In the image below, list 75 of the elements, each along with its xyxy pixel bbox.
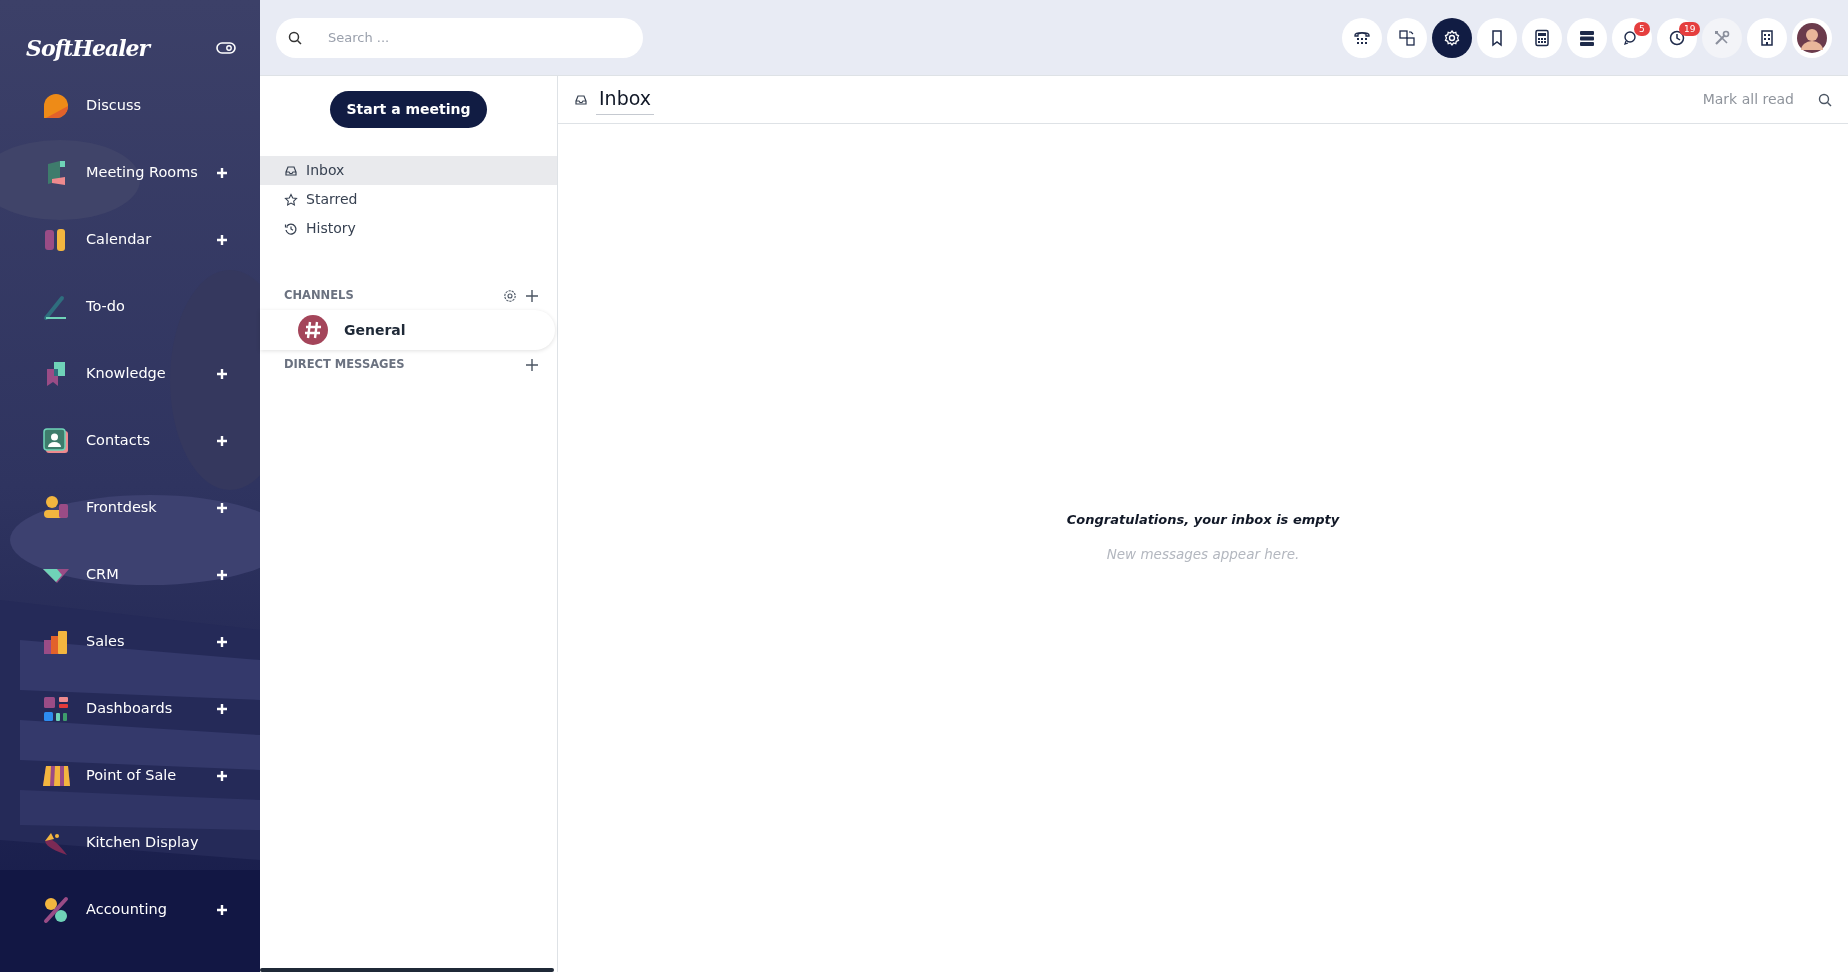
sidebar-label: Kitchen Display <box>86 832 200 852</box>
mailbox-label: Inbox <box>306 161 345 180</box>
company-button[interactable] <box>1747 17 1787 58</box>
sidebar-label: Calendar <box>86 229 153 249</box>
empty-hint: New messages appear here. <box>1106 544 1300 564</box>
sidebar-item[interactable]: Contacts <box>0 407 260 474</box>
translate-button[interactable] <box>1387 17 1427 58</box>
list-button[interactable] <box>1567 17 1607 58</box>
tools-icon <box>1713 28 1731 47</box>
contact-card-icon <box>42 426 70 455</box>
star-icon <box>284 192 298 207</box>
section-heading: CHANNELS <box>284 287 355 304</box>
sidebar-item[interactable]: CRM <box>0 541 260 608</box>
sidebar-item[interactable]: Meeting Rooms <box>0 139 260 206</box>
empty-title: Congratulations, your inbox is empty <box>1066 511 1340 529</box>
sidebar-item[interactable]: Point of Sale <box>0 742 260 809</box>
channel-item[interactable]: General <box>260 310 555 351</box>
search-icon[interactable] <box>1818 92 1832 107</box>
avatar-icon <box>1797 22 1827 53</box>
avatar-button[interactable] <box>1792 17 1832 58</box>
search-icon[interactable] <box>288 30 302 45</box>
phone-button[interactable] <box>1342 17 1382 58</box>
calculator-button[interactable] <box>1522 17 1562 58</box>
bookmark-button[interactable] <box>1477 17 1517 58</box>
sidebar-item[interactable]: Dashboards <box>0 675 260 742</box>
sidebar-label: Frontdesk <box>86 497 158 517</box>
sidebar-label: Knowledge <box>86 363 167 383</box>
count-badge: 5 <box>1634 21 1650 36</box>
building-icon <box>1758 28 1776 47</box>
settings-icon[interactable] <box>503 288 517 303</box>
count-badge: 19 <box>1679 21 1701 36</box>
sidebar-label: Contacts <box>86 430 151 450</box>
start-meeting-button[interactable]: Start a meeting <box>330 91 487 128</box>
sidebar-item[interactable]: To-do <box>0 273 260 340</box>
mailbox-item[interactable]: History <box>260 214 557 243</box>
squares-icon <box>1398 28 1416 47</box>
sidebar-label: Meeting Rooms <box>86 162 199 182</box>
sidebar-label: Accounting <box>86 899 168 919</box>
sidebar-label: CRM <box>86 564 120 584</box>
history-icon <box>284 221 298 236</box>
sidebar-label: Sales <box>86 631 126 651</box>
brand-logo[interactable]: SoftHealer <box>26 31 150 65</box>
inbox-icon <box>284 163 298 178</box>
calculator-icon <box>1533 28 1551 47</box>
sidebar-item[interactable]: Kitchen Display <box>0 809 260 876</box>
sidebar-label: Dashboards <box>86 698 174 718</box>
sidebar-item[interactable]: Sales <box>0 608 260 675</box>
percent-icon <box>42 895 70 924</box>
mailbox-label: History <box>306 219 356 238</box>
page-title: Inbox <box>596 84 654 115</box>
search-field[interactable]: Search ... <box>276 17 643 58</box>
sidebar-label: To-do <box>86 296 126 316</box>
mailbox-item[interactable]: Inbox <box>260 156 557 185</box>
scrollbar[interactable] <box>260 968 554 972</box>
list-icon <box>1578 28 1596 47</box>
sidebar-item[interactable]: Calendar <box>0 206 260 273</box>
inbox-icon <box>574 92 588 107</box>
chat-bubble-icon <box>42 91 70 120</box>
section-heading: DIRECT MESSAGES <box>284 356 406 374</box>
toggle-icon[interactable] <box>216 42 236 54</box>
settings-icon <box>1443 28 1461 47</box>
sidebar-label: Point of Sale <box>86 765 178 785</box>
activity-button[interactable]: 19 <box>1657 17 1697 58</box>
hash-icon <box>298 315 328 346</box>
settings-button[interactable] <box>1432 17 1472 58</box>
chat-button[interactable]: 5 <box>1612 17 1652 58</box>
sidebar-item[interactable]: Frontdesk <box>0 474 260 541</box>
sidebar-label: Discuss <box>86 95 143 115</box>
channel-label: General <box>344 320 406 340</box>
sidebar-item[interactable]: Knowledge <box>0 340 260 407</box>
mailbox-label: Starred <box>306 190 358 209</box>
clock-icon <box>1668 28 1686 47</box>
dashboard-icon <box>42 694 70 723</box>
mailbox-item[interactable]: Starred <box>260 185 557 214</box>
sidebar-item[interactable]: Discuss <box>0 72 260 139</box>
